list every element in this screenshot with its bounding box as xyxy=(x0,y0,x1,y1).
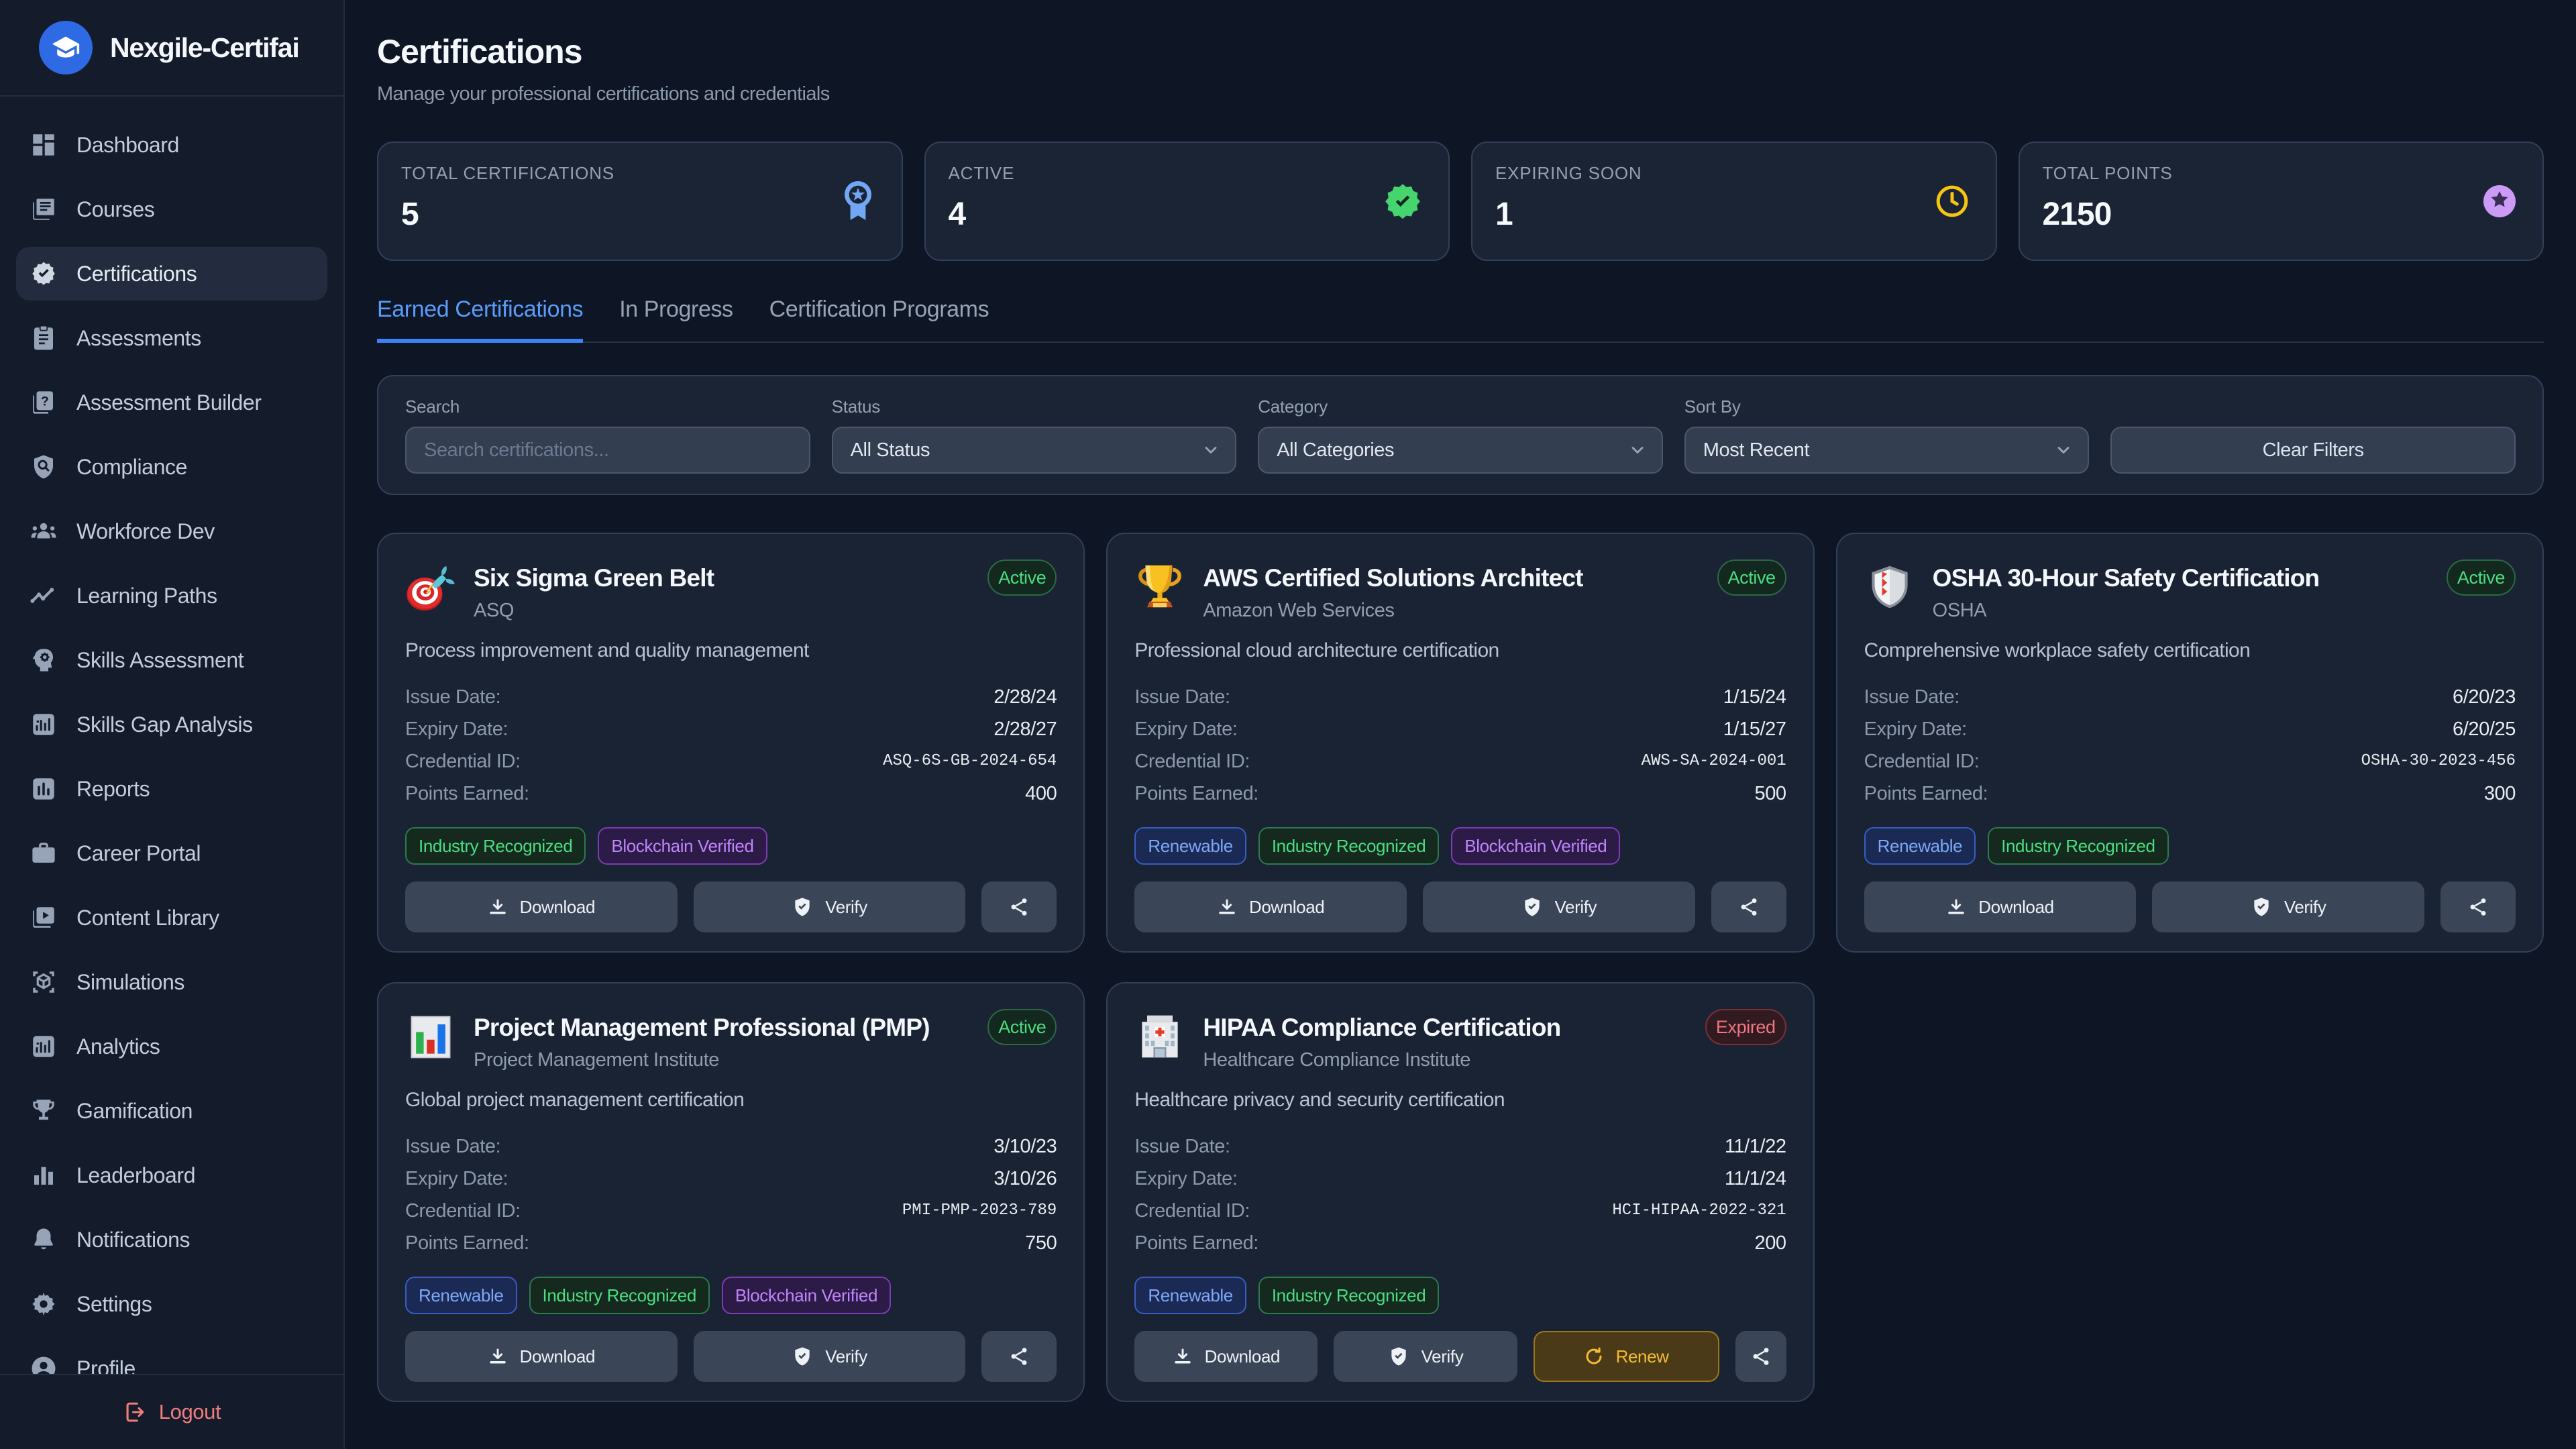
svg-text:?: ? xyxy=(41,394,48,409)
